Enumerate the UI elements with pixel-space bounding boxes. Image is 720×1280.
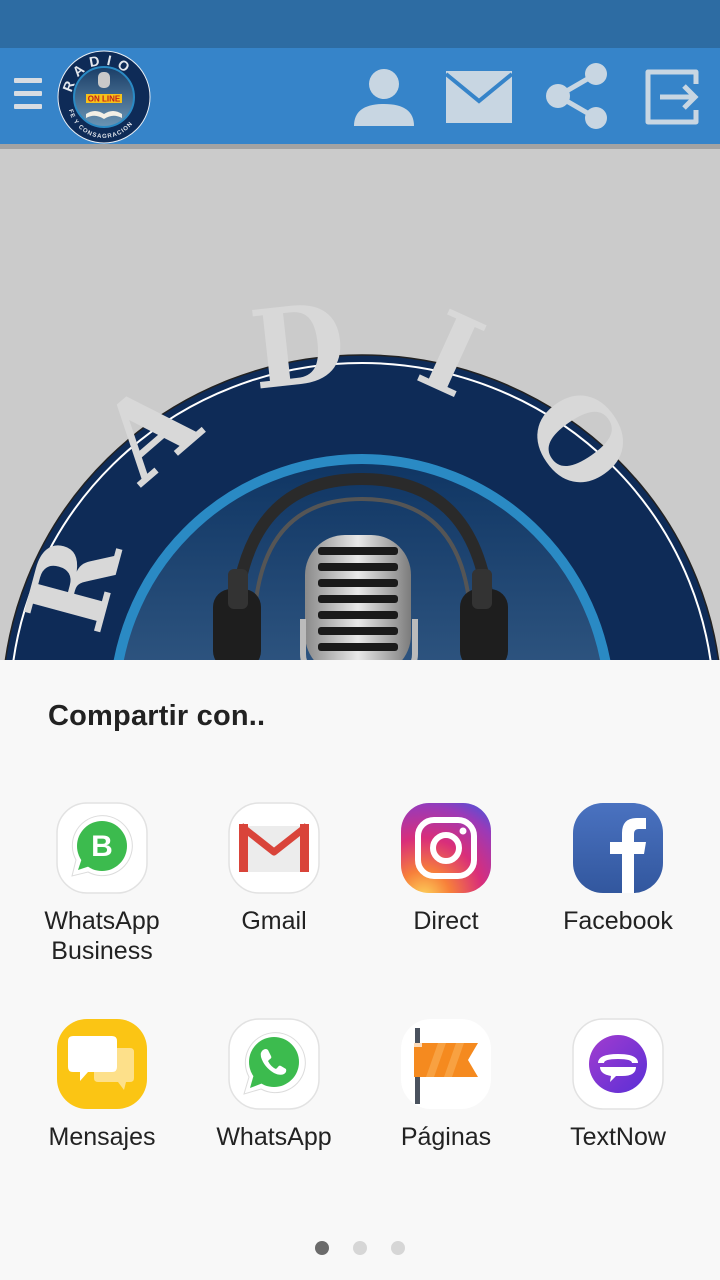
share-option-mensajes[interactable]: Mensajes [16, 1016, 188, 1152]
logo-badge-text: ON LINE [88, 95, 121, 104]
share-option-whatsapp-business[interactable]: B WhatsApp Business [16, 800, 188, 966]
hamburger-menu-icon[interactable] [14, 78, 42, 112]
exit-icon[interactable] [636, 60, 708, 132]
app-bar: RADIO ON LINE FE Y CONSAGRACION [0, 48, 720, 144]
gmail-icon [228, 802, 320, 894]
share-option-facebook[interactable]: Facebook [532, 800, 704, 936]
share-option-label: TextNow [570, 1123, 666, 1151]
share-option-label: Facebook [563, 907, 673, 935]
share-icon[interactable] [540, 60, 612, 132]
page-dot-3[interactable] [391, 1241, 405, 1255]
share-option-label: WhatsApp [216, 1123, 332, 1151]
share-option-label: WhatsApp Business [44, 907, 160, 965]
app-logo[interactable]: RADIO ON LINE FE Y CONSAGRACION [56, 50, 152, 144]
radio-logo-image: RADIO [2, 273, 720, 660]
share-option-gmail[interactable]: Gmail [188, 800, 360, 936]
share-option-whatsapp[interactable]: WhatsApp [188, 1016, 360, 1152]
messages-icon [57, 1019, 147, 1109]
whatsapp-business-icon: B [56, 802, 148, 894]
page-dot-1[interactable] [315, 1241, 329, 1255]
svg-text:B: B [91, 830, 113, 863]
share-option-label: Páginas [400, 1123, 492, 1151]
share-option-label: Gmail [241, 907, 307, 935]
status-bar [0, 0, 720, 48]
share-option-textnow[interactable]: TextNow [532, 1016, 704, 1152]
share-sheet: Compartir con.. B WhatsApp Business Gmail [0, 660, 720, 1280]
mail-icon[interactable] [443, 60, 515, 132]
instagram-direct-icon [401, 803, 491, 893]
share-option-paginas[interactable]: Páginas [360, 1016, 532, 1152]
share-option-direct[interactable]: Direct [360, 800, 532, 936]
page-dot-2[interactable] [353, 1241, 367, 1255]
page-indicator [0, 1241, 720, 1255]
person-icon[interactable] [348, 60, 420, 132]
share-option-label: Direct [413, 907, 479, 935]
share-sheet-title: Compartir con.. [48, 700, 266, 732]
content-area: RADIO [0, 149, 720, 660]
share-option-label: Mensajes [48, 1123, 156, 1151]
textnow-icon [572, 1018, 664, 1110]
facebook-icon [573, 803, 663, 893]
pages-flag-icon [401, 1019, 491, 1109]
whatsapp-icon [228, 1018, 320, 1110]
